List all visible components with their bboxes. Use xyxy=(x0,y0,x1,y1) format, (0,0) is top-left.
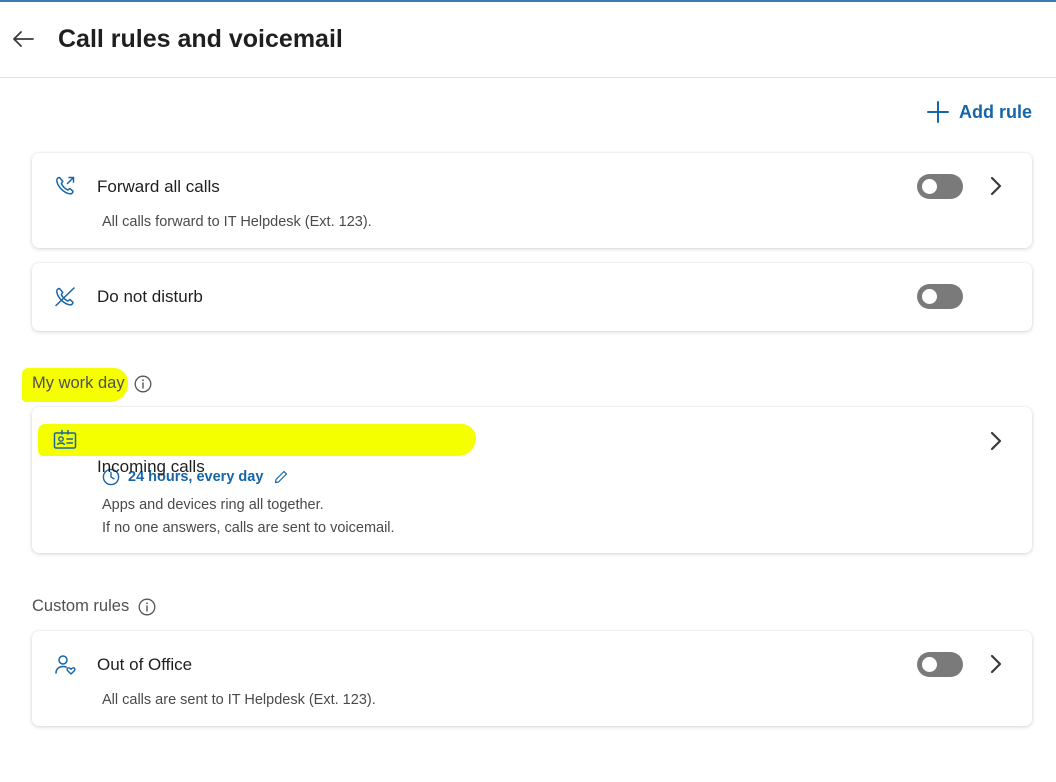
forward-all-calls-toggle[interactable] xyxy=(917,174,963,199)
incoming-calls-card[interactable]: Incoming calls 24 hours, every day Apps … xyxy=(32,407,1032,553)
out-of-office-card[interactable]: Out of Office All calls are sent to IT H… xyxy=(32,631,1032,726)
incoming-calls-line2: If no one answers, calls are sent to voi… xyxy=(102,520,395,536)
page-header: Call rules and voicemail xyxy=(0,2,1056,78)
phone-muted-icon xyxy=(52,284,78,310)
contact-card-icon xyxy=(52,427,78,453)
out-of-office-toggle[interactable] xyxy=(917,652,963,677)
back-button[interactable] xyxy=(8,24,38,54)
chevron-right-icon xyxy=(990,176,1002,196)
forward-all-calls-card[interactable]: Forward all calls All calls forward to I… xyxy=(32,153,1032,248)
my-work-day-heading: My work day xyxy=(32,374,1056,393)
incoming-calls-line1: Apps and devices ring all together. xyxy=(102,497,324,513)
out-of-office-chevron[interactable] xyxy=(985,651,1007,677)
forward-all-calls-title: Forward all calls xyxy=(97,177,220,196)
chevron-right-icon xyxy=(990,431,1002,451)
do-not-disturb-card[interactable]: Do not disturb xyxy=(32,263,1032,331)
back-arrow-icon xyxy=(13,31,34,47)
phone-forward-icon xyxy=(52,173,78,199)
incoming-calls-title: Incoming calls xyxy=(97,457,205,476)
chevron-right-icon xyxy=(990,654,1002,674)
page-title: Call rules and voicemail xyxy=(58,25,343,53)
out-of-office-description: All calls are sent to IT Helpdesk (Ext. … xyxy=(102,692,376,708)
info-icon[interactable] xyxy=(134,375,152,393)
plus-icon xyxy=(926,101,949,123)
add-rule-label: Add rule xyxy=(958,101,1032,122)
highlight-mark xyxy=(38,424,476,456)
incoming-calls-chevron[interactable] xyxy=(985,428,1007,454)
custom-rules-heading: Custom rules xyxy=(32,597,156,616)
add-rule-button[interactable]: Add rule xyxy=(926,101,1032,123)
forward-all-calls-description: All calls forward to IT Helpdesk (Ext. 1… xyxy=(102,214,372,230)
do-not-disturb-toggle[interactable] xyxy=(917,284,963,309)
custom-rules-label: Custom rules xyxy=(32,597,130,615)
do-not-disturb-title: Do not disturb xyxy=(97,287,203,306)
my-work-day-label: My work day xyxy=(32,374,125,392)
out-of-office-title: Out of Office xyxy=(97,655,193,674)
person-heart-icon xyxy=(52,652,78,678)
info-icon[interactable] xyxy=(138,598,156,616)
forward-all-calls-chevron[interactable] xyxy=(985,173,1007,199)
